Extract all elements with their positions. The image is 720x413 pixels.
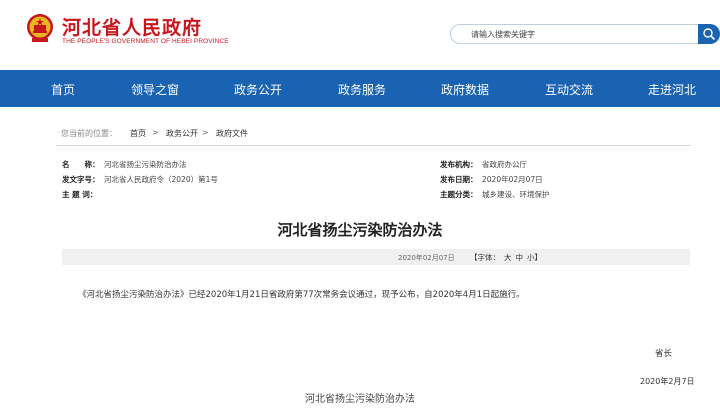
breadcrumb-item-gov-documents[interactable]: 政府文件 (216, 128, 248, 139)
meta-issuer-label: 发布机构： (440, 160, 478, 169)
breadcrumb-separator: > (152, 128, 159, 137)
breadcrumb-item-home[interactable]: 首页 (130, 128, 146, 139)
signature-date: 2020年2月7日 (640, 377, 695, 386)
nav-item-home[interactable]: 首页 (51, 81, 75, 98)
document-paragraph: 《河北省扬尘污染防治办法》已经2020年1月21日省政府第77次常务会议通过，现… (78, 290, 525, 300)
nav-item-gov-data[interactable]: 政府数据 (441, 81, 489, 98)
breadcrumb-divider (56, 145, 691, 146)
nav-item-about-hebei[interactable]: 走进河北 (648, 81, 696, 98)
font-size-close: 】 (534, 253, 543, 262)
meta-name-value: 河北省扬尘污染防治办法 (104, 160, 187, 169)
signature-role: 省长 (655, 349, 673, 359)
font-size-control: 【字体： 大中小】 (470, 252, 542, 263)
font-size-label: 【字体： (470, 253, 500, 262)
nav-item-interaction[interactable]: 互动交流 (545, 81, 593, 98)
meta-date-value: 2020年02月07日 (482, 175, 543, 184)
nav-item-gov-services[interactable]: 政务服务 (338, 81, 386, 98)
search-icon (703, 28, 715, 40)
meta-category-label: 主题分类： (440, 190, 478, 199)
breadcrumb-separator: > (202, 128, 209, 137)
meta-issuer-value: 省政府办公厅 (482, 160, 527, 169)
meta-keywords-label: 主 题 词： (62, 190, 98, 199)
font-size-medium-button[interactable]: 中 (516, 253, 524, 262)
meta-name-label: 名 称： (62, 160, 100, 169)
font-size-small-button[interactable]: 小 (527, 253, 535, 262)
breadcrumb-item-gov-affairs-open[interactable]: 政务公开 (166, 128, 198, 139)
nav-item-gov-affairs-open[interactable]: 政务公开 (234, 81, 282, 98)
document-title: 河北省扬尘污染防治办法 (277, 221, 443, 239)
font-size-large-button[interactable]: 大 (504, 253, 512, 262)
site-header: 河北省人民政府 THE PEOPLE'S GOVERNMENT OF HEBEI… (0, 0, 720, 70)
meta-date-label: 发布日期： (440, 175, 478, 184)
breadcrumb-label: 您当前的位置： (61, 129, 117, 138)
national-emblem-icon (27, 14, 53, 42)
attachment-title: 河北省扬尘污染防治办法 (305, 394, 415, 405)
site-subtitle: THE PEOPLE'S GOVERNMENT OF HEBEI PROVINC… (62, 38, 229, 45)
nav-item-leaders[interactable]: 领导之窗 (131, 81, 179, 98)
meta-docno-label: 发文字号： (62, 175, 100, 184)
meta-docno-value: 河北省人民政府令（2020）第1号 (104, 175, 218, 184)
document-info-bar: 2020年02月07日 【字体： 大中小】 (62, 249, 690, 265)
meta-category-value: 城乡建设、环境保护 (482, 190, 550, 199)
search-input[interactable]: 请输入搜索关键字 (450, 24, 700, 44)
search-placeholder: 请输入搜索关键字 (471, 30, 535, 39)
main-nav: 首页 领导之窗 政务公开 政务服务 政府数据 互动交流 走进河北 (0, 70, 720, 107)
site-title[interactable]: 河北省人民政府 (62, 13, 202, 40)
search-button[interactable] (698, 24, 720, 44)
document-date: 2020年02月07日 (398, 254, 455, 262)
